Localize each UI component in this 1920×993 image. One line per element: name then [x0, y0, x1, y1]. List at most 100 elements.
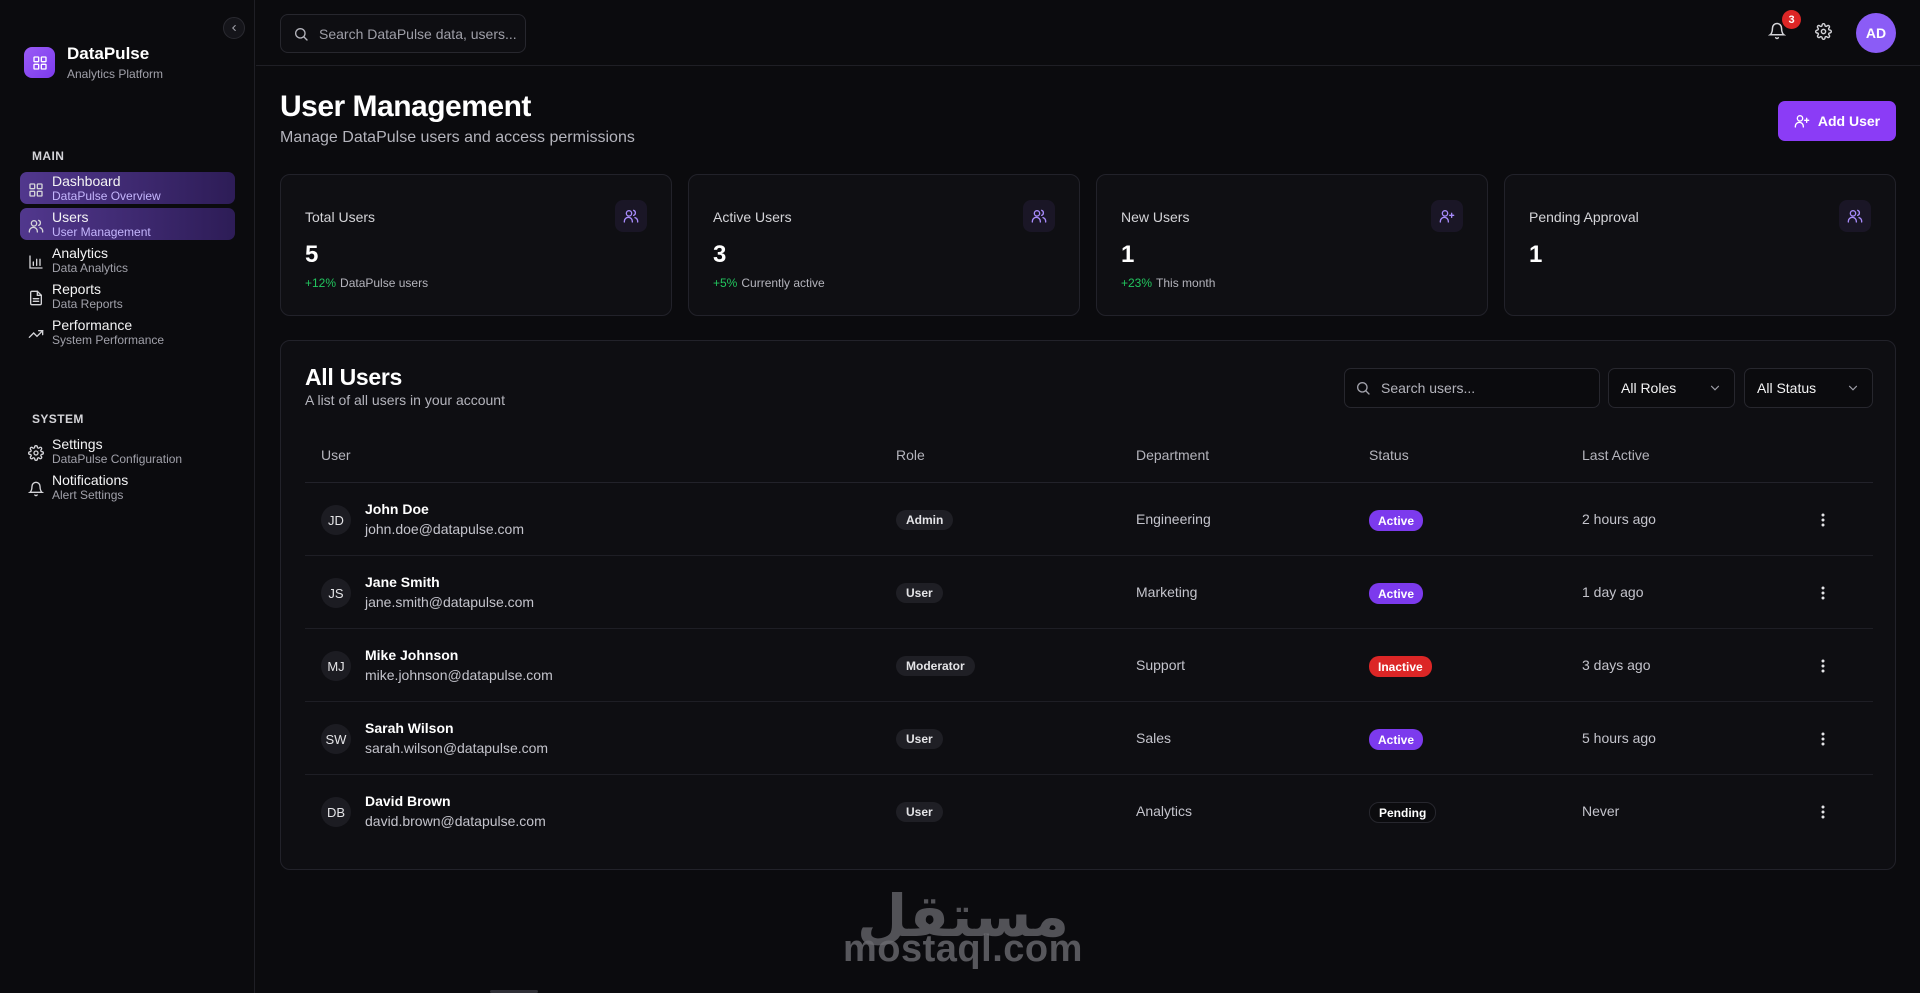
- column-header-role[interactable]: Role: [896, 447, 925, 463]
- file-icon: [30, 290, 42, 306]
- last-active: 5 hours ago: [1582, 730, 1656, 746]
- last-active: 1 day ago: [1582, 584, 1644, 600]
- user-name: David Brown: [365, 793, 451, 809]
- sidebar-item-label: Settings: [52, 436, 103, 452]
- stat-card-active-users: Active Users 3 +5% Currently active: [688, 174, 1080, 316]
- status-badge: Active: [1369, 583, 1424, 604]
- more-vertical-icon: [1821, 513, 1825, 527]
- column-header-status[interactable]: Status: [1369, 447, 1409, 463]
- users-panel: All Users A list of all users in your ac…: [280, 340, 1896, 870]
- row-actions-button[interactable]: [1813, 729, 1833, 749]
- status-badge: Inactive: [1369, 656, 1432, 677]
- user-email: mike.johnson@datapulse.com: [365, 667, 553, 683]
- notification-count-badge: 3: [1782, 10, 1801, 29]
- user-email: jane.smith@datapulse.com: [365, 594, 535, 610]
- row-actions-button[interactable]: [1813, 510, 1833, 530]
- brand[interactable]: DataPulse Analytics Platform: [24, 44, 163, 81]
- table-row[interactable]: SW Sarah Wilson sarah.wilson@datapulse.c…: [305, 702, 1873, 775]
- panel-title: All Users: [305, 364, 403, 390]
- stat-label: Pending Approval: [1529, 209, 1639, 225]
- stat-card-new-users: New Users 1 +23% This month: [1096, 174, 1488, 316]
- status-badge: Active: [1369, 729, 1424, 750]
- add-user-button[interactable]: Add User: [1778, 101, 1896, 141]
- top-bar: 3 AD: [256, 0, 1920, 66]
- global-search[interactable]: [280, 14, 526, 53]
- sidebar-item-label: Performance: [52, 317, 133, 333]
- role-badge: User: [896, 729, 943, 749]
- status-filter-value: All Status: [1757, 380, 1817, 396]
- sidebar-item-settings[interactable]: Settings DataPulse Configuration: [20, 435, 235, 467]
- last-active: Never: [1582, 803, 1620, 819]
- status-badge: Pending: [1369, 802, 1437, 823]
- gear-icon: [28, 445, 44, 461]
- stat-value: 3: [713, 241, 727, 268]
- sidebar-item-label: Dashboard: [52, 173, 121, 189]
- users-icon: [1023, 200, 1055, 232]
- table-row[interactable]: MJ Mike Johnson mike.johnson@datapulse.c…: [305, 629, 1873, 702]
- last-active: 2 hours ago: [1582, 511, 1656, 527]
- user-search-input[interactable]: [1381, 380, 1581, 396]
- table-row[interactable]: DB David Brown david.brown@datapulse.com…: [305, 775, 1873, 848]
- stat-note: This month: [1156, 276, 1216, 290]
- settings-button[interactable]: [1815, 23, 1832, 40]
- user-avatar[interactable]: AD: [1856, 13, 1896, 53]
- avatar: MJ: [321, 651, 351, 681]
- sidebar-item-sub: DataPulse Configuration: [52, 452, 183, 466]
- page-title: User Management: [280, 90, 531, 123]
- sidebar-item-label: Notifications: [52, 472, 129, 488]
- stat-note: DataPulse users: [340, 276, 429, 290]
- users-icon: [1839, 200, 1871, 232]
- sidebar-item-label: Reports: [52, 281, 102, 297]
- role-filter-select[interactable]: All Roles: [1608, 368, 1735, 408]
- sidebar-item-performance[interactable]: Performance System Performance: [20, 316, 235, 348]
- search-icon: [295, 27, 308, 41]
- row-actions-button[interactable]: [1813, 802, 1833, 822]
- department: Analytics: [1136, 803, 1193, 819]
- role-badge: Moderator: [896, 656, 975, 676]
- stat-label: Active Users: [713, 209, 792, 225]
- stat-delta: +12%: [305, 276, 337, 290]
- global-search-input[interactable]: [319, 25, 519, 42]
- watermark-text: mostaql.com: [843, 928, 1083, 970]
- nav-section-main: MAIN: [32, 149, 65, 163]
- more-vertical-icon: [1821, 732, 1825, 746]
- sidebar-item-sub: System Performance: [52, 333, 165, 347]
- column-header-last-active[interactable]: Last Active: [1582, 447, 1650, 463]
- stat-delta: +23%: [1121, 276, 1153, 290]
- user-search[interactable]: [1344, 368, 1600, 408]
- column-header-user[interactable]: User: [321, 447, 351, 463]
- status-badge: Active: [1369, 510, 1424, 531]
- nav-section-system: SYSTEM: [32, 412, 84, 426]
- user-email: john.doe@datapulse.com: [365, 521, 524, 537]
- sidebar-item-dashboard[interactable]: Dashboard DataPulse Overview: [20, 172, 235, 204]
- department: Marketing: [1136, 584, 1198, 600]
- add-user-label: Add User: [1817, 113, 1881, 129]
- stat-value: 1: [1121, 241, 1135, 268]
- search-icon: [1357, 382, 1370, 395]
- role-filter-value: All Roles: [1621, 380, 1677, 396]
- sidebar-item-sub: DataPulse Overview: [52, 189, 161, 203]
- stat-label: New Users: [1121, 209, 1190, 225]
- sidebar-collapse-button[interactable]: [223, 17, 245, 39]
- column-header-department[interactable]: Department: [1136, 447, 1209, 463]
- table-row[interactable]: JS Jane Smith jane.smith@datapulse.com U…: [305, 556, 1873, 629]
- role-badge: User: [896, 802, 943, 822]
- status-filter-select[interactable]: All Status: [1744, 368, 1873, 408]
- sidebar-item-users[interactable]: Users User Management: [20, 208, 235, 240]
- stat-footnote: +12% DataPulse users: [305, 276, 428, 290]
- sidebar-item-reports[interactable]: Reports Data Reports: [20, 280, 235, 312]
- user-name: Jane Smith: [365, 574, 440, 590]
- gear-icon: [1815, 23, 1832, 40]
- users-icon: [615, 200, 647, 232]
- panel-subtitle: A list of all users in your account: [305, 392, 505, 408]
- sidebar-item-notifications[interactable]: Notifications Alert Settings: [20, 471, 235, 503]
- sidebar: DataPulse Analytics Platform MAIN Dashbo…: [0, 0, 255, 993]
- user-name: Mike Johnson: [365, 647, 459, 663]
- table-row[interactable]: JD John Doe john.doe@datapulse.com Admin…: [305, 483, 1873, 556]
- department: Sales: [1136, 730, 1172, 746]
- row-actions-button[interactable]: [1813, 583, 1833, 603]
- chevron-down-icon: [1710, 385, 1720, 391]
- row-actions-button[interactable]: [1813, 656, 1833, 676]
- sidebar-item-sub: Data Analytics: [52, 261, 129, 275]
- sidebar-item-analytics[interactable]: Analytics Data Analytics: [20, 244, 235, 276]
